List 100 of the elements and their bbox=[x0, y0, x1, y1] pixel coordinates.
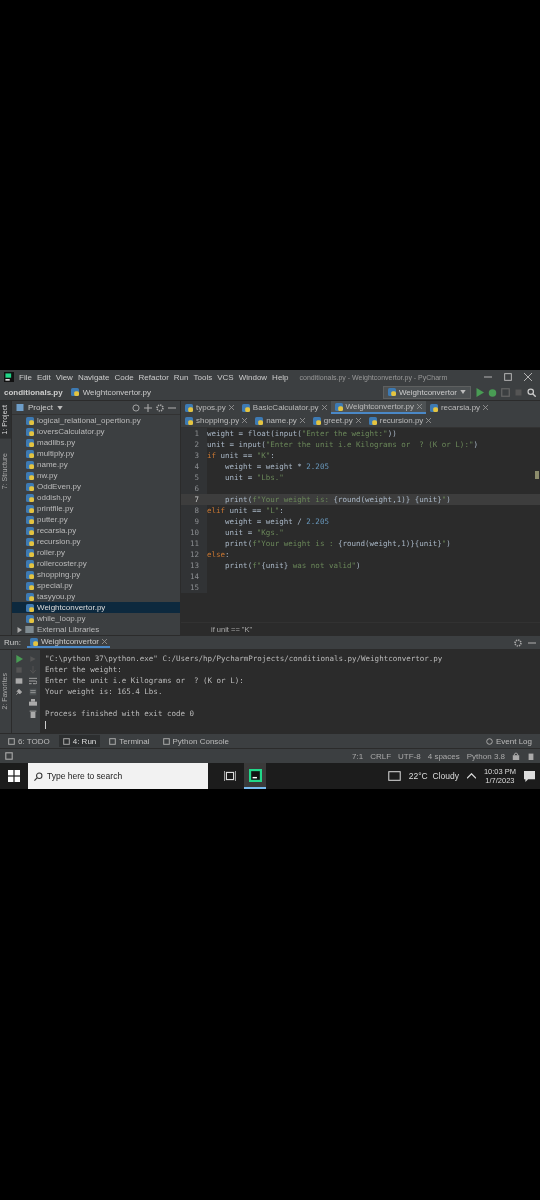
minimize-icon[interactable] bbox=[484, 373, 492, 381]
menu-item[interactable]: Edit bbox=[36, 372, 51, 382]
windows-logo-icon[interactable] bbox=[8, 770, 20, 782]
pycharm-taskbar-button[interactable] bbox=[244, 763, 266, 789]
breadcrumb-item[interactable]: conditionals.py bbox=[4, 387, 63, 397]
tool-window-tab[interactable]: 6: TODO bbox=[4, 735, 54, 747]
expand-icon[interactable] bbox=[144, 403, 152, 412]
editor-tab[interactable]: Weightconvertor.py bbox=[330, 401, 426, 414]
close-icon[interactable] bbox=[483, 405, 489, 410]
text-cursor bbox=[45, 720, 46, 729]
menu-item[interactable]: VCS bbox=[217, 372, 234, 382]
search-field[interactable]: Type here to search bbox=[28, 763, 208, 789]
editor-tab[interactable]: BasicCalculator.py bbox=[237, 401, 331, 414]
search-icon[interactable] bbox=[527, 387, 536, 397]
settings-icon[interactable] bbox=[156, 403, 164, 412]
settings-icon[interactable] bbox=[514, 638, 522, 647]
project-file-item[interactable]: special.py bbox=[12, 580, 180, 591]
python-file-icon bbox=[185, 416, 193, 425]
project-file-item[interactable]: rollercoster.py bbox=[12, 558, 180, 569]
close-icon[interactable] bbox=[355, 418, 361, 423]
editor-tab[interactable]: shopping.py bbox=[181, 414, 252, 427]
project-file-item[interactable]: nw.py bbox=[12, 470, 180, 481]
close-icon[interactable] bbox=[524, 373, 532, 381]
python-file-icon bbox=[185, 403, 193, 412]
project-file-item[interactable]: oddish.py bbox=[12, 492, 180, 503]
menu-item[interactable]: Tools bbox=[193, 372, 213, 382]
scroll-marker bbox=[535, 471, 539, 479]
close-icon[interactable] bbox=[242, 418, 248, 423]
project-file-item[interactable]: putter.py bbox=[12, 514, 180, 525]
external-libraries-item[interactable]: External Libraries bbox=[12, 624, 180, 635]
close-icon[interactable] bbox=[102, 639, 107, 644]
event-log-button[interactable]: Event Log bbox=[481, 735, 536, 747]
project-file-item[interactable]: name.py bbox=[12, 459, 180, 470]
python-file-icon bbox=[26, 482, 34, 491]
task-view-icon[interactable] bbox=[224, 771, 236, 781]
menu-item[interactable]: File bbox=[19, 372, 32, 382]
chevron-up-icon[interactable] bbox=[466, 773, 476, 779]
python-file-icon bbox=[241, 403, 250, 412]
project-file-item[interactable]: Weightconvertor.py bbox=[12, 602, 180, 613]
project-panel-title[interactable]: Project bbox=[28, 403, 53, 412]
breadcrumb-item[interactable]: Weightconvertor.py bbox=[82, 387, 151, 397]
run-icon[interactable] bbox=[475, 387, 484, 397]
close-icon[interactable] bbox=[416, 404, 422, 409]
menu-item[interactable]: Run bbox=[173, 372, 189, 382]
project-file-item[interactable]: loversCalculator.py bbox=[12, 426, 180, 437]
editor-tab[interactable]: recarsia.py bbox=[425, 401, 493, 414]
status-bar-item[interactable]: 4 spaces bbox=[427, 751, 460, 761]
soft-wrap-icon[interactable] bbox=[29, 676, 37, 685]
menu-item[interactable]: Window bbox=[238, 372, 268, 382]
project-file-item[interactable]: recursion.py bbox=[12, 536, 180, 547]
project-file-item[interactable]: logical_relational_opertion.py bbox=[12, 415, 180, 426]
project-file-item[interactable]: multiply.py bbox=[12, 448, 180, 459]
project-file-item[interactable]: roller.py bbox=[12, 547, 180, 558]
close-icon[interactable] bbox=[321, 405, 327, 410]
project-file-item[interactable]: printfile.py bbox=[12, 503, 180, 514]
window-icon bbox=[62, 737, 70, 745]
weather-text[interactable]: 22°C Cloudy bbox=[408, 771, 459, 781]
menu-item[interactable]: Refactor bbox=[138, 372, 169, 382]
run-configuration-dropdown[interactable]: Weightconvertor bbox=[382, 385, 471, 399]
menu-item[interactable]: Code bbox=[114, 372, 134, 382]
maximize-icon[interactable] bbox=[504, 373, 512, 381]
menu-item[interactable]: View bbox=[55, 372, 73, 382]
close-icon[interactable] bbox=[228, 405, 234, 410]
editor-tab[interactable]: typos.py bbox=[181, 401, 238, 414]
close-icon[interactable] bbox=[299, 418, 305, 423]
status-bar-item[interactable]: CRLF bbox=[370, 751, 392, 761]
lock-icon[interactable] bbox=[512, 752, 520, 760]
run-tab[interactable]: Weightconvertor bbox=[26, 637, 110, 648]
python-file-icon bbox=[26, 559, 34, 568]
project-file-item[interactable]: while_loop.py bbox=[12, 613, 180, 624]
python-file-icon bbox=[70, 388, 79, 396]
search-icon bbox=[34, 771, 43, 781]
print-icon[interactable] bbox=[29, 698, 37, 707]
status-bar-item[interactable]: UTF-8 bbox=[398, 751, 421, 761]
project-file-item[interactable]: tasyyou.py bbox=[12, 591, 180, 602]
editor-tab[interactable]: greet.py bbox=[308, 414, 365, 427]
notification-icon[interactable] bbox=[524, 770, 535, 782]
status-bar-item[interactable]: 7:1 bbox=[352, 751, 364, 761]
menu-item[interactable]: Help bbox=[272, 372, 289, 382]
close-icon[interactable] bbox=[426, 418, 432, 423]
tool-window-tab[interactable]: 4: Run bbox=[58, 735, 101, 747]
project-file-item[interactable]: recarsia.py bbox=[12, 525, 180, 536]
project-file-item[interactable]: OddEven.py bbox=[12, 481, 180, 492]
run-icon[interactable] bbox=[15, 654, 23, 663]
pin-icon[interactable] bbox=[15, 687, 23, 696]
editor-tab[interactable]: recursion.py bbox=[364, 414, 436, 427]
editor-tab[interactable]: name.py bbox=[251, 414, 309, 427]
trash-icon[interactable] bbox=[29, 709, 37, 718]
project-file-item[interactable]: madlibs.py bbox=[12, 437, 180, 448]
python-file-icon bbox=[26, 471, 34, 480]
caret-icon[interactable] bbox=[56, 405, 63, 410]
locate-icon[interactable] bbox=[132, 403, 140, 412]
panel-toggle-icon[interactable] bbox=[5, 752, 13, 760]
menu-item[interactable]: Navigate bbox=[77, 372, 110, 382]
status-bar-item[interactable]: Python 3.8 bbox=[466, 751, 505, 761]
tool-window-tab[interactable]: Python Console bbox=[158, 735, 233, 747]
window-icon bbox=[109, 737, 117, 745]
project-file-item[interactable]: shopping.py bbox=[12, 569, 180, 580]
python-file-icon bbox=[26, 614, 34, 623]
tool-window-tab[interactable]: Terminal bbox=[105, 735, 154, 747]
